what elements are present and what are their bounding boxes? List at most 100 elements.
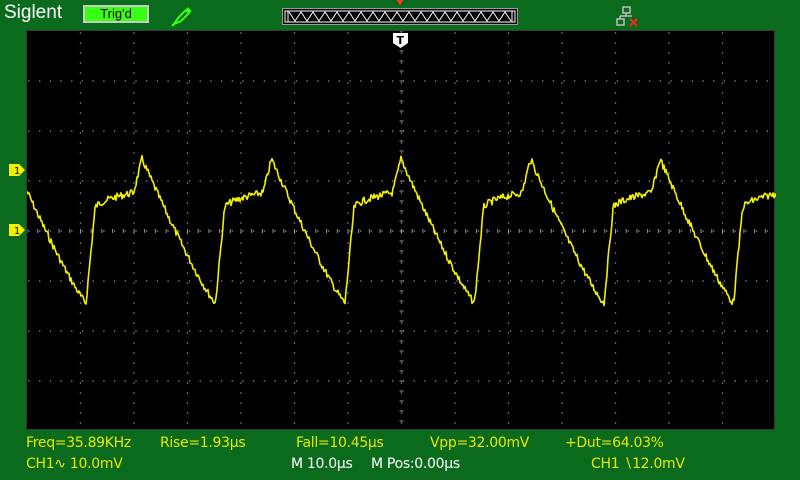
grid-dot <box>614 272 617 274</box>
grid-dot <box>113 280 116 282</box>
grid-dot <box>293 42 296 44</box>
grid-dot <box>133 212 135 214</box>
grid-dot <box>670 280 672 282</box>
trigger-t-icon[interactable]: T <box>393 33 408 48</box>
grid-dot <box>327 330 330 332</box>
grid-dot <box>293 272 296 274</box>
grid-dot <box>668 82 670 84</box>
grid-dot <box>531 130 533 132</box>
probe-pen-icon[interactable] <box>170 4 194 28</box>
grid-dot <box>186 392 189 394</box>
grid-dot <box>347 372 349 374</box>
grid-dot <box>499 130 501 132</box>
grid-dot <box>668 272 670 274</box>
grid-dot <box>188 280 191 282</box>
grid-dot <box>614 292 617 294</box>
grid-dot <box>561 302 563 304</box>
grid-dot <box>507 132 510 134</box>
grid-dot <box>563 80 565 82</box>
grid-dot <box>454 132 456 134</box>
grid-dot <box>507 62 510 64</box>
grid-dot <box>79 142 82 144</box>
grid-dot <box>499 80 501 82</box>
grid-dot <box>713 380 715 382</box>
grid-dot <box>488 380 490 382</box>
grid-dot <box>133 62 135 64</box>
grid-dot <box>456 130 458 132</box>
grid-dot <box>595 80 597 82</box>
grid-dot <box>347 82 349 84</box>
grid-dot <box>584 280 587 282</box>
waveform-display[interactable] <box>26 30 776 430</box>
grid-dot <box>199 130 201 132</box>
timebase-status[interactable]: M 10.0μs <box>291 456 353 472</box>
grid-dot <box>454 152 456 154</box>
grid-dot <box>561 122 563 124</box>
grid-dot <box>79 302 82 304</box>
grid-dot <box>135 380 137 382</box>
grid-dot <box>614 212 617 214</box>
grid-dot <box>614 312 617 314</box>
grid-dot <box>745 380 747 382</box>
grid-dot <box>79 352 82 354</box>
grid-dot <box>400 212 403 214</box>
grid-dot <box>454 262 456 264</box>
grid-dot <box>28 230 30 232</box>
grid-dot <box>306 280 309 282</box>
grid-dot <box>186 422 189 424</box>
grid-dot <box>563 130 565 132</box>
ch1-level-marker-icon[interactable]: 1 <box>9 164 25 176</box>
grid-dot <box>145 380 148 382</box>
grid-dot <box>638 380 640 382</box>
ch1-scale-status[interactable]: CH1∿ 10.0mV <box>26 456 123 472</box>
grid-dot <box>293 132 296 134</box>
grid-dot <box>668 42 670 44</box>
grid-dot <box>186 42 189 44</box>
grid-dot <box>702 130 704 132</box>
grid-dot <box>210 230 212 232</box>
grid-dot <box>133 182 135 184</box>
grid-dot <box>668 162 670 164</box>
grid-dot <box>167 130 169 132</box>
grid-dot <box>573 380 576 382</box>
grid-dot <box>263 280 266 282</box>
grid-dot <box>178 180 180 182</box>
grid-dot <box>400 392 403 394</box>
grid-dot <box>721 112 724 114</box>
grid-dot <box>240 142 242 144</box>
grid-dot <box>38 180 41 182</box>
mpos-status[interactable]: M Pos:0.00μs <box>371 456 460 472</box>
grid-dot <box>347 132 349 134</box>
grid-dot <box>638 130 640 132</box>
grid-dot <box>561 322 563 324</box>
grid-dot <box>507 212 510 214</box>
grid-dot <box>668 112 670 114</box>
grid-dot <box>400 112 403 114</box>
grid-dot <box>659 280 662 282</box>
grid-dot <box>79 72 82 74</box>
grid-dot <box>60 230 62 232</box>
grid-dot <box>668 292 670 294</box>
grid-dot <box>668 382 670 384</box>
grid-dot <box>454 52 456 54</box>
grid-dot <box>392 180 394 182</box>
grid-dot <box>347 62 349 64</box>
grid-dot <box>79 162 82 164</box>
grid-dot <box>79 372 82 374</box>
grid-dot <box>347 72 349 74</box>
grid-dot <box>614 372 617 374</box>
grid-dot <box>293 182 296 184</box>
grid-dot <box>668 392 670 394</box>
trigger-level-status[interactable]: CH1 ∖12.0mV <box>591 456 685 472</box>
grid-dot <box>167 380 169 382</box>
grid-dot <box>614 262 617 264</box>
ch1-ground-marker-icon[interactable]: 1 <box>9 224 25 236</box>
grid-dot <box>252 380 255 382</box>
grid-dot <box>721 332 724 334</box>
grid-dot <box>413 380 416 382</box>
grid-dot <box>454 82 456 84</box>
grid-dot <box>400 292 403 294</box>
grid-dot <box>721 372 724 374</box>
grid-dot <box>133 302 135 304</box>
grid-dot <box>668 52 670 54</box>
